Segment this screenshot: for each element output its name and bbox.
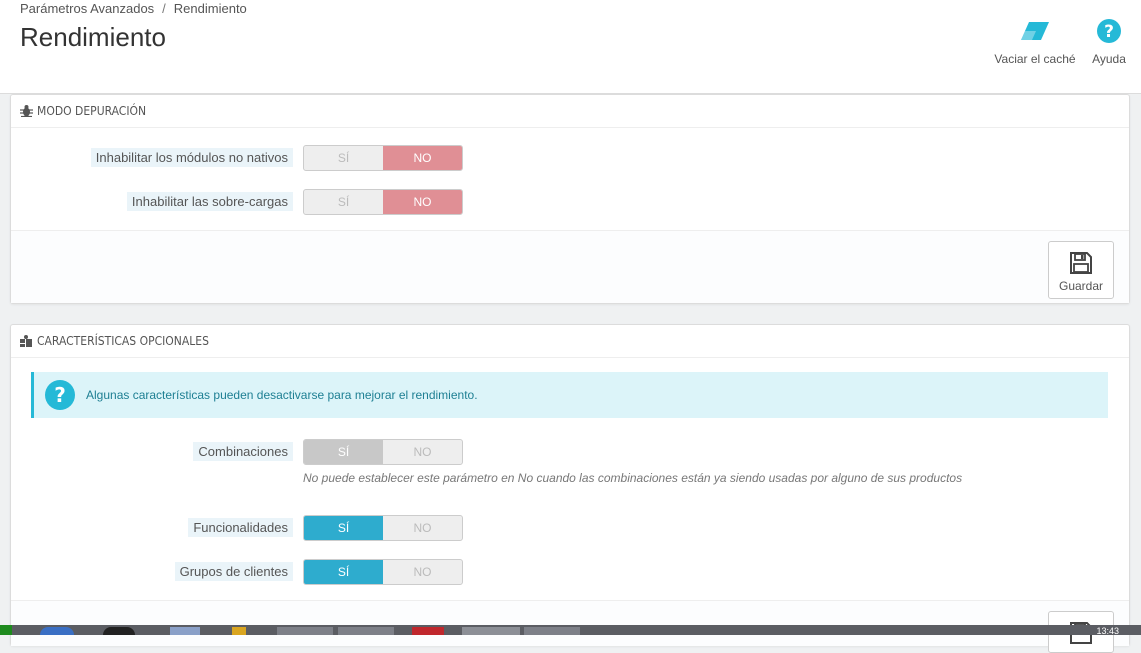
taskbar-app-icon[interactable]: [232, 627, 246, 635]
bug-icon: [20, 105, 33, 117]
switch-no[interactable]: NO: [383, 516, 462, 540]
help-label: Ayuda: [1092, 52, 1126, 66]
switch-yes[interactable]: SÍ: [304, 146, 383, 170]
setting-label: Funcionalidades: [188, 518, 293, 537]
switch-yes: SÍ: [304, 440, 383, 464]
taskbar-app-icon[interactable]: [277, 627, 333, 635]
breadcrumb-current: Rendimiento: [173, 1, 247, 16]
taskbar-app-icon[interactable]: [40, 627, 74, 635]
taskbar-app-icon[interactable]: [170, 627, 200, 635]
clear-cache-button[interactable]: Vaciar el caché: [992, 16, 1078, 66]
breadcrumb-separator: /: [162, 1, 166, 16]
eraser-icon: [992, 16, 1078, 46]
puzzle-icon: [20, 335, 32, 347]
setting-row-disable-non-native-modules: Inhabilitar los módulos no nativos SÍ NO: [11, 145, 1129, 171]
yes-no-switch[interactable]: SÍ NO: [303, 559, 463, 585]
switch-no[interactable]: NO: [383, 560, 462, 584]
save-label: Guardar: [1058, 279, 1104, 293]
setting-row-combinations: Combinaciones SÍ NO No puede establecer …: [11, 439, 1129, 485]
setting-row-features: Funcionalidades SÍ NO: [11, 515, 1129, 541]
breadcrumb-parent[interactable]: Parámetros Avanzados: [20, 1, 154, 16]
switch-yes[interactable]: SÍ: [304, 516, 383, 540]
setting-label: Inhabilitar los módulos no nativos: [90, 148, 293, 167]
save-icon: [1049, 249, 1113, 275]
setting-label: Combinaciones: [193, 442, 293, 461]
debug-mode-panel: MODO DEPURACIÓN Inhabilitar los módulos …: [10, 94, 1130, 304]
taskbar-app-icon[interactable]: [412, 627, 444, 635]
os-taskbar: 13:43: [0, 625, 1141, 635]
switch-no[interactable]: NO: [383, 146, 462, 170]
taskbar-clock: 13:43: [1096, 626, 1119, 635]
setting-row-disable-overrides: Inhabilitar las sobre-cargas SÍ NO: [11, 189, 1129, 215]
optional-features-panel: CARACTERÍSTICAS OPCIONALES ? Algunas car…: [10, 324, 1130, 653]
panel-heading: MODO DEPURACIÓN: [11, 95, 1129, 128]
question-icon: ?: [34, 379, 86, 411]
panel-heading-text: CARACTERÍSTICAS OPCIONALES: [37, 334, 209, 348]
save-button[interactable]: Guardar: [1048, 241, 1114, 299]
taskbar-app-icon[interactable]: [524, 627, 580, 635]
panel-heading: CARACTERÍSTICAS OPCIONALES: [11, 325, 1129, 358]
svg-text:?: ?: [54, 383, 66, 407]
setting-row-customer-groups: Grupos de clientes SÍ NO: [11, 559, 1129, 585]
yes-no-switch[interactable]: SÍ NO: [303, 189, 463, 215]
panel-heading-text: MODO DEPURACIÓN: [37, 104, 147, 118]
yes-no-switch: SÍ NO: [303, 439, 463, 465]
help-icon: ?: [1088, 16, 1130, 46]
help-text: No puede establecer este parámetro en No…: [303, 471, 963, 485]
info-text: Algunas características pueden desactiva…: [86, 388, 478, 402]
yes-no-switch[interactable]: SÍ NO: [303, 145, 463, 171]
switch-yes[interactable]: SÍ: [304, 190, 383, 214]
breadcrumb: Parámetros Avanzados / Rendimiento: [20, 1, 247, 16]
help-button[interactable]: ? Ayuda: [1088, 16, 1130, 66]
switch-no: NO: [413, 445, 432, 459]
page-header: Parámetros Avanzados / Rendimiento Rendimi…: [0, 0, 1141, 94]
panel-footer: Guardar: [11, 230, 1129, 303]
info-alert: ? Algunas características pueden desacti…: [31, 372, 1108, 418]
switch-yes[interactable]: SÍ: [304, 560, 383, 584]
taskbar-app-icon[interactable]: [462, 627, 520, 635]
yes-no-switch[interactable]: SÍ NO: [303, 515, 463, 541]
taskbar-app-icon[interactable]: [103, 627, 135, 635]
page-title: Rendimiento: [20, 22, 166, 52]
svg-text:?: ?: [1104, 22, 1114, 42]
taskbar-app-icon[interactable]: [338, 627, 394, 635]
start-button[interactable]: [0, 625, 12, 635]
panel-footer: [11, 600, 1129, 653]
switch-no[interactable]: NO: [383, 190, 462, 214]
setting-label: Grupos de clientes: [174, 562, 293, 581]
clear-cache-label: Vaciar el caché: [994, 52, 1076, 66]
setting-label: Inhabilitar las sobre-cargas: [126, 192, 293, 211]
